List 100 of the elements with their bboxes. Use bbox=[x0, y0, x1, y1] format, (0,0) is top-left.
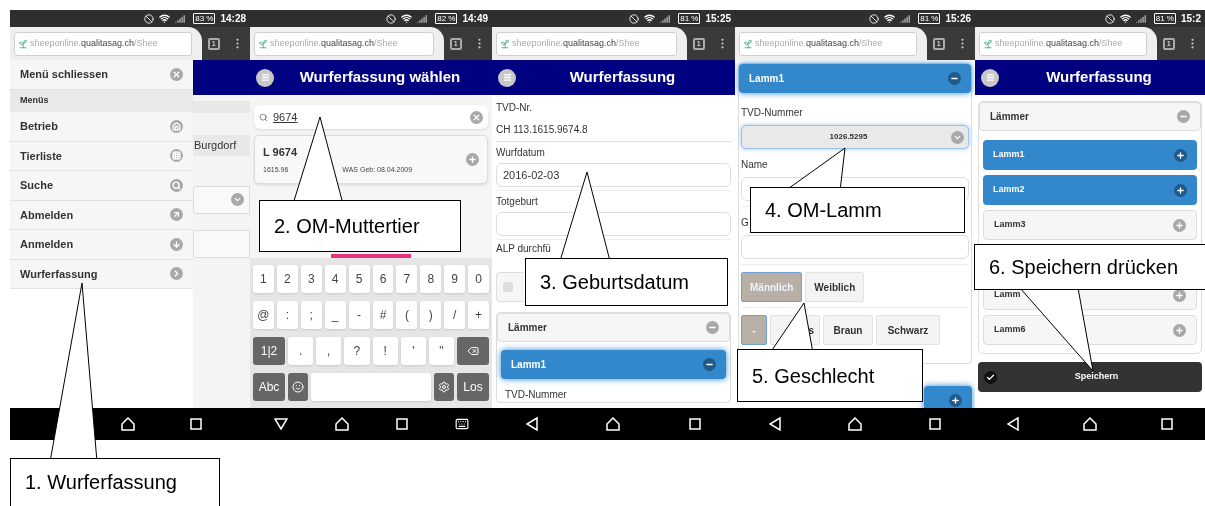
backspace-key[interactable] bbox=[457, 337, 490, 365]
square-icon[interactable] bbox=[1161, 418, 1173, 430]
toggle-button[interactable]: Braun bbox=[823, 315, 873, 345]
plus-icon bbox=[466, 153, 479, 166]
keyboard-key[interactable]: _ bbox=[324, 301, 346, 329]
status-time: 15:25 bbox=[705, 12, 731, 26]
battery-level: 82 % bbox=[435, 13, 458, 24]
collapsible-header[interactable]: Lamm1 bbox=[501, 350, 726, 379]
header-title: Wurferfassung bbox=[1045, 67, 1153, 88]
keyboard-key[interactable]: - bbox=[348, 301, 370, 329]
keyboard-key[interactable]: 9 bbox=[444, 265, 466, 293]
square-icon[interactable] bbox=[929, 418, 942, 430]
address-field[interactable]: sheeponline.qualitasag.ch/Shee bbox=[496, 31, 677, 56]
keyboard-key[interactable]: ; bbox=[300, 301, 322, 329]
keyboard-key[interactable]: " bbox=[428, 337, 455, 365]
keyboard-key[interactable]: 4 bbox=[324, 265, 346, 293]
keyboard-key[interactable]: 3 bbox=[300, 265, 322, 293]
keyboard-key[interactable]: 5 bbox=[348, 265, 370, 293]
address-field[interactable]: sheeponline.qualitasag.ch/Shee bbox=[979, 31, 1147, 56]
collapsible-header[interactable]: Lämmer bbox=[497, 313, 730, 342]
square-icon[interactable] bbox=[688, 418, 701, 430]
lamb-item[interactable]: Lamm1 bbox=[983, 140, 1197, 170]
toggle-button[interactable]: Weiblich bbox=[805, 272, 865, 302]
select-field[interactable] bbox=[193, 185, 250, 214]
menu-item[interactable]: Anmelden bbox=[10, 230, 193, 260]
checkbox[interactable] bbox=[503, 282, 513, 292]
keyboard-key[interactable]: 1 bbox=[253, 265, 274, 293]
url-text: sheeponline.qualitasag.ch/Shee bbox=[270, 36, 398, 50]
select-field[interactable]: 1026.5295 bbox=[741, 125, 969, 149]
field-label: Name bbox=[741, 158, 768, 172]
keyboard-key[interactable]: # bbox=[372, 301, 394, 329]
plus-icon bbox=[1173, 218, 1186, 232]
input-field[interactable]: 2016-02-03 bbox=[496, 163, 731, 187]
keyboard-key[interactable]: Los bbox=[457, 373, 489, 401]
home-icon[interactable] bbox=[848, 417, 862, 431]
select-value: 1026.5295 bbox=[828, 131, 869, 143]
keyboard-key[interactable]: ! bbox=[372, 337, 398, 365]
keyboard-key[interactable]: Abc bbox=[253, 373, 285, 401]
check-icon bbox=[984, 370, 997, 384]
keyboard-key[interactable]: + bbox=[468, 301, 490, 329]
emoji-key[interactable] bbox=[288, 373, 308, 401]
status-time: 14:49 bbox=[462, 12, 488, 26]
checkbox-field[interactable] bbox=[496, 272, 524, 302]
menu-item[interactable]: Suche bbox=[10, 171, 193, 201]
home-icon[interactable] bbox=[606, 417, 621, 431]
wifi-icon bbox=[1119, 13, 1131, 24]
keyboard-key[interactable]: : bbox=[276, 301, 298, 329]
leaf-icon bbox=[500, 38, 510, 49]
do-not-disturb-icon bbox=[1104, 13, 1115, 24]
collapsible-header[interactable]: Lämmer bbox=[979, 102, 1201, 131]
field-label: ALP durchfü bbox=[496, 242, 551, 256]
home-icon[interactable] bbox=[334, 417, 349, 431]
search-icon bbox=[170, 178, 183, 192]
menu-close-item[interactable]: Menü schliessen bbox=[10, 60, 193, 90]
keyboard-key[interactable]: ( bbox=[396, 301, 418, 329]
keyboard-key[interactable]: ? bbox=[344, 337, 370, 365]
input-field[interactable] bbox=[193, 229, 250, 258]
home-icon[interactable] bbox=[1083, 417, 1097, 431]
input-field[interactable] bbox=[741, 235, 969, 259]
back-icon[interactable] bbox=[526, 417, 539, 431]
back-icon[interactable] bbox=[1007, 417, 1019, 431]
address-field[interactable]: sheeponline.qualitasag.ch/Shee bbox=[739, 31, 917, 56]
status-time: 14:28 bbox=[220, 12, 246, 26]
address-field[interactable]: sheeponline.qualitasag.ch/Shee bbox=[254, 31, 434, 56]
lamb-item[interactable]: Lamm2 bbox=[983, 175, 1197, 205]
menu-item[interactable]: Tierliste bbox=[10, 141, 193, 171]
keyboard-key[interactable]: / bbox=[444, 301, 466, 329]
keyboard-key[interactable]: . bbox=[288, 337, 314, 365]
keyboard-key[interactable]: 1|2 bbox=[253, 337, 285, 365]
menu-item[interactable]: Abmelden bbox=[10, 200, 193, 230]
keyboard-key[interactable]: , bbox=[316, 337, 342, 365]
do-not-disturb-icon bbox=[629, 13, 640, 24]
lamb-item[interactable]: Lamm3 bbox=[983, 210, 1197, 240]
back-icon[interactable] bbox=[768, 417, 781, 431]
save-button[interactable]: Speichern bbox=[978, 362, 1202, 392]
square-icon[interactable] bbox=[190, 418, 202, 430]
keyboard-key[interactable]: 7 bbox=[396, 265, 418, 293]
keyboard-key[interactable]: ) bbox=[420, 301, 442, 329]
keyboard-key[interactable]: ' bbox=[400, 337, 426, 365]
settings-key[interactable] bbox=[434, 373, 454, 401]
menu-item[interactable]: Betrieb bbox=[10, 112, 193, 142]
search-field[interactable]: 9674 bbox=[254, 105, 488, 129]
status-time: 15:2 bbox=[1181, 12, 1201, 26]
keyboard-key[interactable]: 0 bbox=[468, 265, 490, 293]
home-icon[interactable] bbox=[121, 417, 135, 431]
toggle-button[interactable]: Schwarz bbox=[876, 315, 940, 345]
field-label: Wurfdatum bbox=[496, 146, 546, 160]
keyboard-key[interactable]: 2 bbox=[276, 265, 298, 293]
keyboard-key[interactable]: 8 bbox=[420, 265, 442, 293]
down-triangle-icon[interactable] bbox=[273, 418, 288, 430]
field-label: G bbox=[741, 216, 749, 230]
collapsible-header[interactable] bbox=[924, 386, 972, 408]
keyboard-key[interactable]: 6 bbox=[372, 265, 394, 293]
keyboard-icon[interactable] bbox=[454, 417, 469, 431]
square-icon[interactable] bbox=[395, 418, 408, 430]
keyboard-key[interactable]: @ bbox=[253, 301, 274, 329]
menu-item[interactable]: Wurferfassung bbox=[10, 259, 193, 289]
chevron-icon bbox=[170, 267, 183, 281]
address-field[interactable]: sheeponline.qualitasag.ch/Shee bbox=[14, 31, 192, 56]
collapsible-header[interactable]: Lamm1 bbox=[739, 64, 971, 93]
